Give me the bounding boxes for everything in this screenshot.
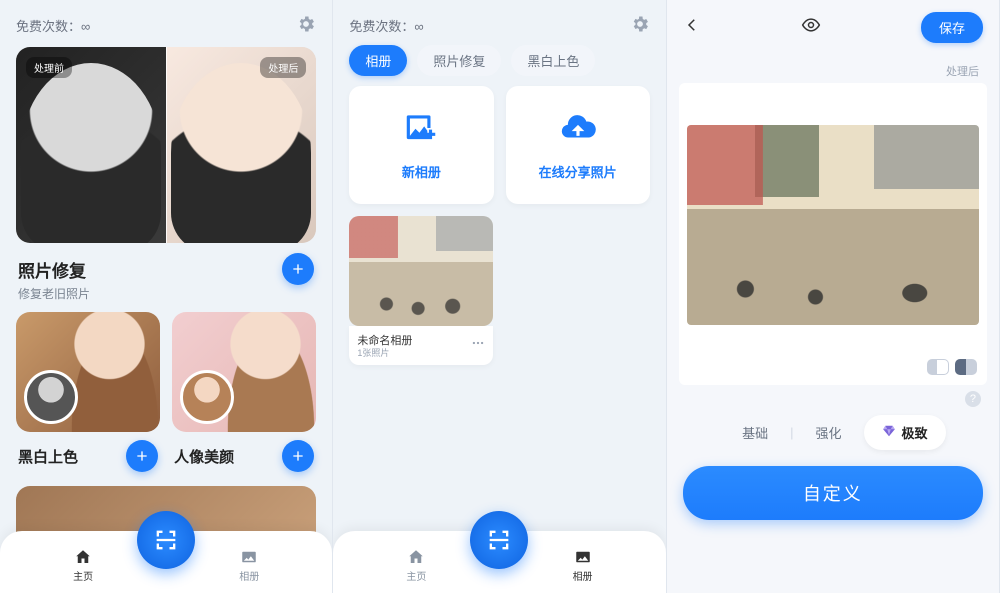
nav-album[interactable]: 相册 (543, 548, 623, 583)
save-button[interactable]: 保存 (921, 12, 983, 43)
compare-side-icon[interactable] (955, 359, 977, 375)
cloud-upload-icon (559, 109, 597, 152)
top-bar: 免费次数：∞ (0, 0, 332, 45)
level-ultra[interactable]: 极致 (864, 415, 946, 450)
album-tabs: 相册 照片修复 黑白上色 (333, 45, 665, 86)
album-count: 1张照片 (357, 348, 412, 359)
nav-home-label: 主页 (73, 568, 93, 583)
nav-album-label: 相册 (573, 568, 593, 583)
image-plus-icon (402, 109, 440, 152)
photo-repair-title: 照片修复 (18, 257, 86, 282)
new-album-card[interactable]: 新相册 (349, 86, 493, 204)
processed-tag: 处理后 (667, 53, 999, 79)
more-icon[interactable] (471, 336, 485, 355)
tab-album[interactable]: 相册 (349, 45, 407, 76)
help-icon[interactable]: ? (965, 391, 981, 407)
share-online-card[interactable]: 在线分享照片 (506, 86, 650, 204)
compare-split-icon[interactable] (927, 359, 949, 375)
level-ultra-label: 极致 (902, 423, 928, 442)
nav-album[interactable]: 相册 (209, 548, 289, 583)
add-beauty-button[interactable] (282, 440, 314, 472)
canvas-wrap (679, 83, 987, 385)
gear-icon[interactable] (296, 14, 316, 37)
album-name: 未命名相册 (357, 332, 412, 348)
nav-home[interactable]: 主页 (43, 548, 123, 583)
bw-colorize-title: 黑白上色 (18, 446, 78, 467)
tab-repair[interactable]: 照片修复 (417, 45, 501, 76)
tag-before: 处理前 (26, 57, 72, 78)
add-bw-colorize-button[interactable] (126, 440, 158, 472)
screen-editor: 保存 处理后 ? 基础 | 强化 极致 自定义 (667, 0, 1000, 593)
custom-button[interactable]: 自定义 (683, 466, 983, 520)
photo-repair-sub: 修复老旧照片 (0, 285, 332, 312)
bw-preview-circle (24, 370, 78, 424)
level-basic[interactable]: 基础 (720, 415, 790, 450)
free-count-label: 免费次数：∞ (16, 16, 90, 35)
card-portrait-beauty[interactable]: 人像美颜 (172, 312, 316, 472)
nav-home-label: 主页 (406, 568, 426, 583)
preview-eye-icon[interactable] (801, 15, 821, 40)
canvas-photo[interactable] (687, 125, 979, 325)
share-online-label: 在线分享照片 (539, 162, 617, 181)
new-album-label: 新相册 (402, 162, 441, 181)
level-row: 基础 | 强化 极致 (667, 415, 999, 450)
level-enhance[interactable]: 强化 (794, 415, 864, 450)
editor-top-bar: 保存 (667, 0, 999, 53)
album-tile[interactable]: 未命名相册 1张照片 (349, 216, 493, 365)
nav-home[interactable]: 主页 (376, 548, 456, 583)
scan-fab[interactable] (470, 511, 528, 569)
scan-fab[interactable] (137, 511, 195, 569)
top-bar: 免费次数：∞ (333, 0, 665, 45)
free-count-label: 免费次数：∞ (349, 16, 423, 35)
add-photo-repair-button[interactable] (282, 253, 314, 285)
nav-album-label: 相册 (239, 568, 259, 583)
bottom-nav: 主页 相册 (0, 531, 332, 593)
tab-bw[interactable]: 黑白上色 (511, 45, 595, 76)
gear-icon[interactable] (630, 14, 650, 37)
album-thumbnail (349, 216, 493, 326)
bottom-nav: 主页 相册 (333, 531, 665, 593)
beauty-preview-circle (180, 370, 234, 424)
back-icon[interactable] (683, 16, 701, 39)
screen-album: 免费次数：∞ 相册 照片修复 黑白上色 新相册 在线分享照片 未命名 (333, 0, 666, 593)
screen-home: 免费次数：∞ 处理前 处理后 照片修复 修复老旧照片 黑白上色 (0, 0, 333, 593)
tag-after: 处理后 (260, 57, 306, 78)
hero-card-photo-repair[interactable]: 处理前 处理后 (16, 47, 316, 243)
beauty-title: 人像美颜 (174, 446, 234, 467)
card-bw-colorize[interactable]: 黑白上色 (16, 312, 160, 472)
gem-icon (882, 424, 896, 441)
